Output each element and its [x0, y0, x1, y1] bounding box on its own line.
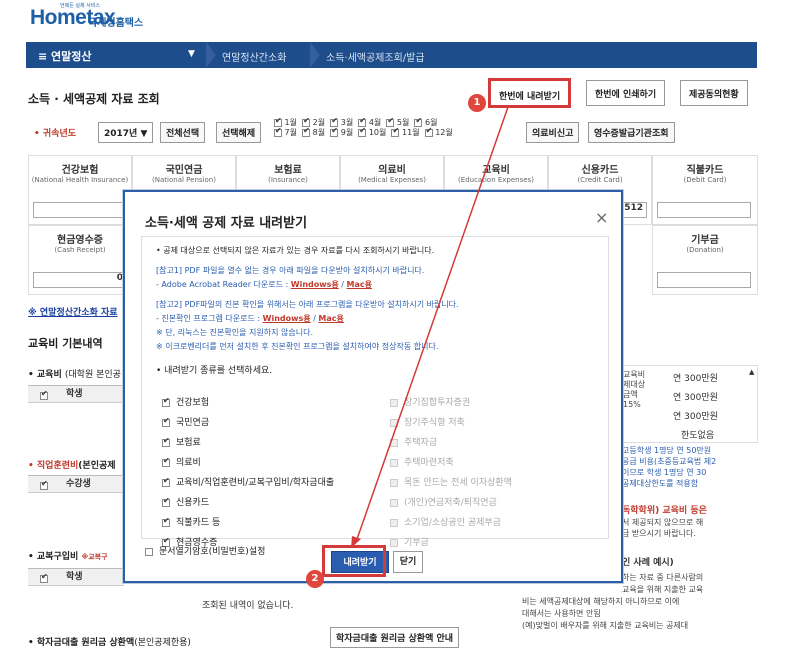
arrow-head-icon	[351, 536, 361, 548]
arrow-line	[355, 106, 509, 543]
annotation-arrow	[351, 106, 509, 548]
